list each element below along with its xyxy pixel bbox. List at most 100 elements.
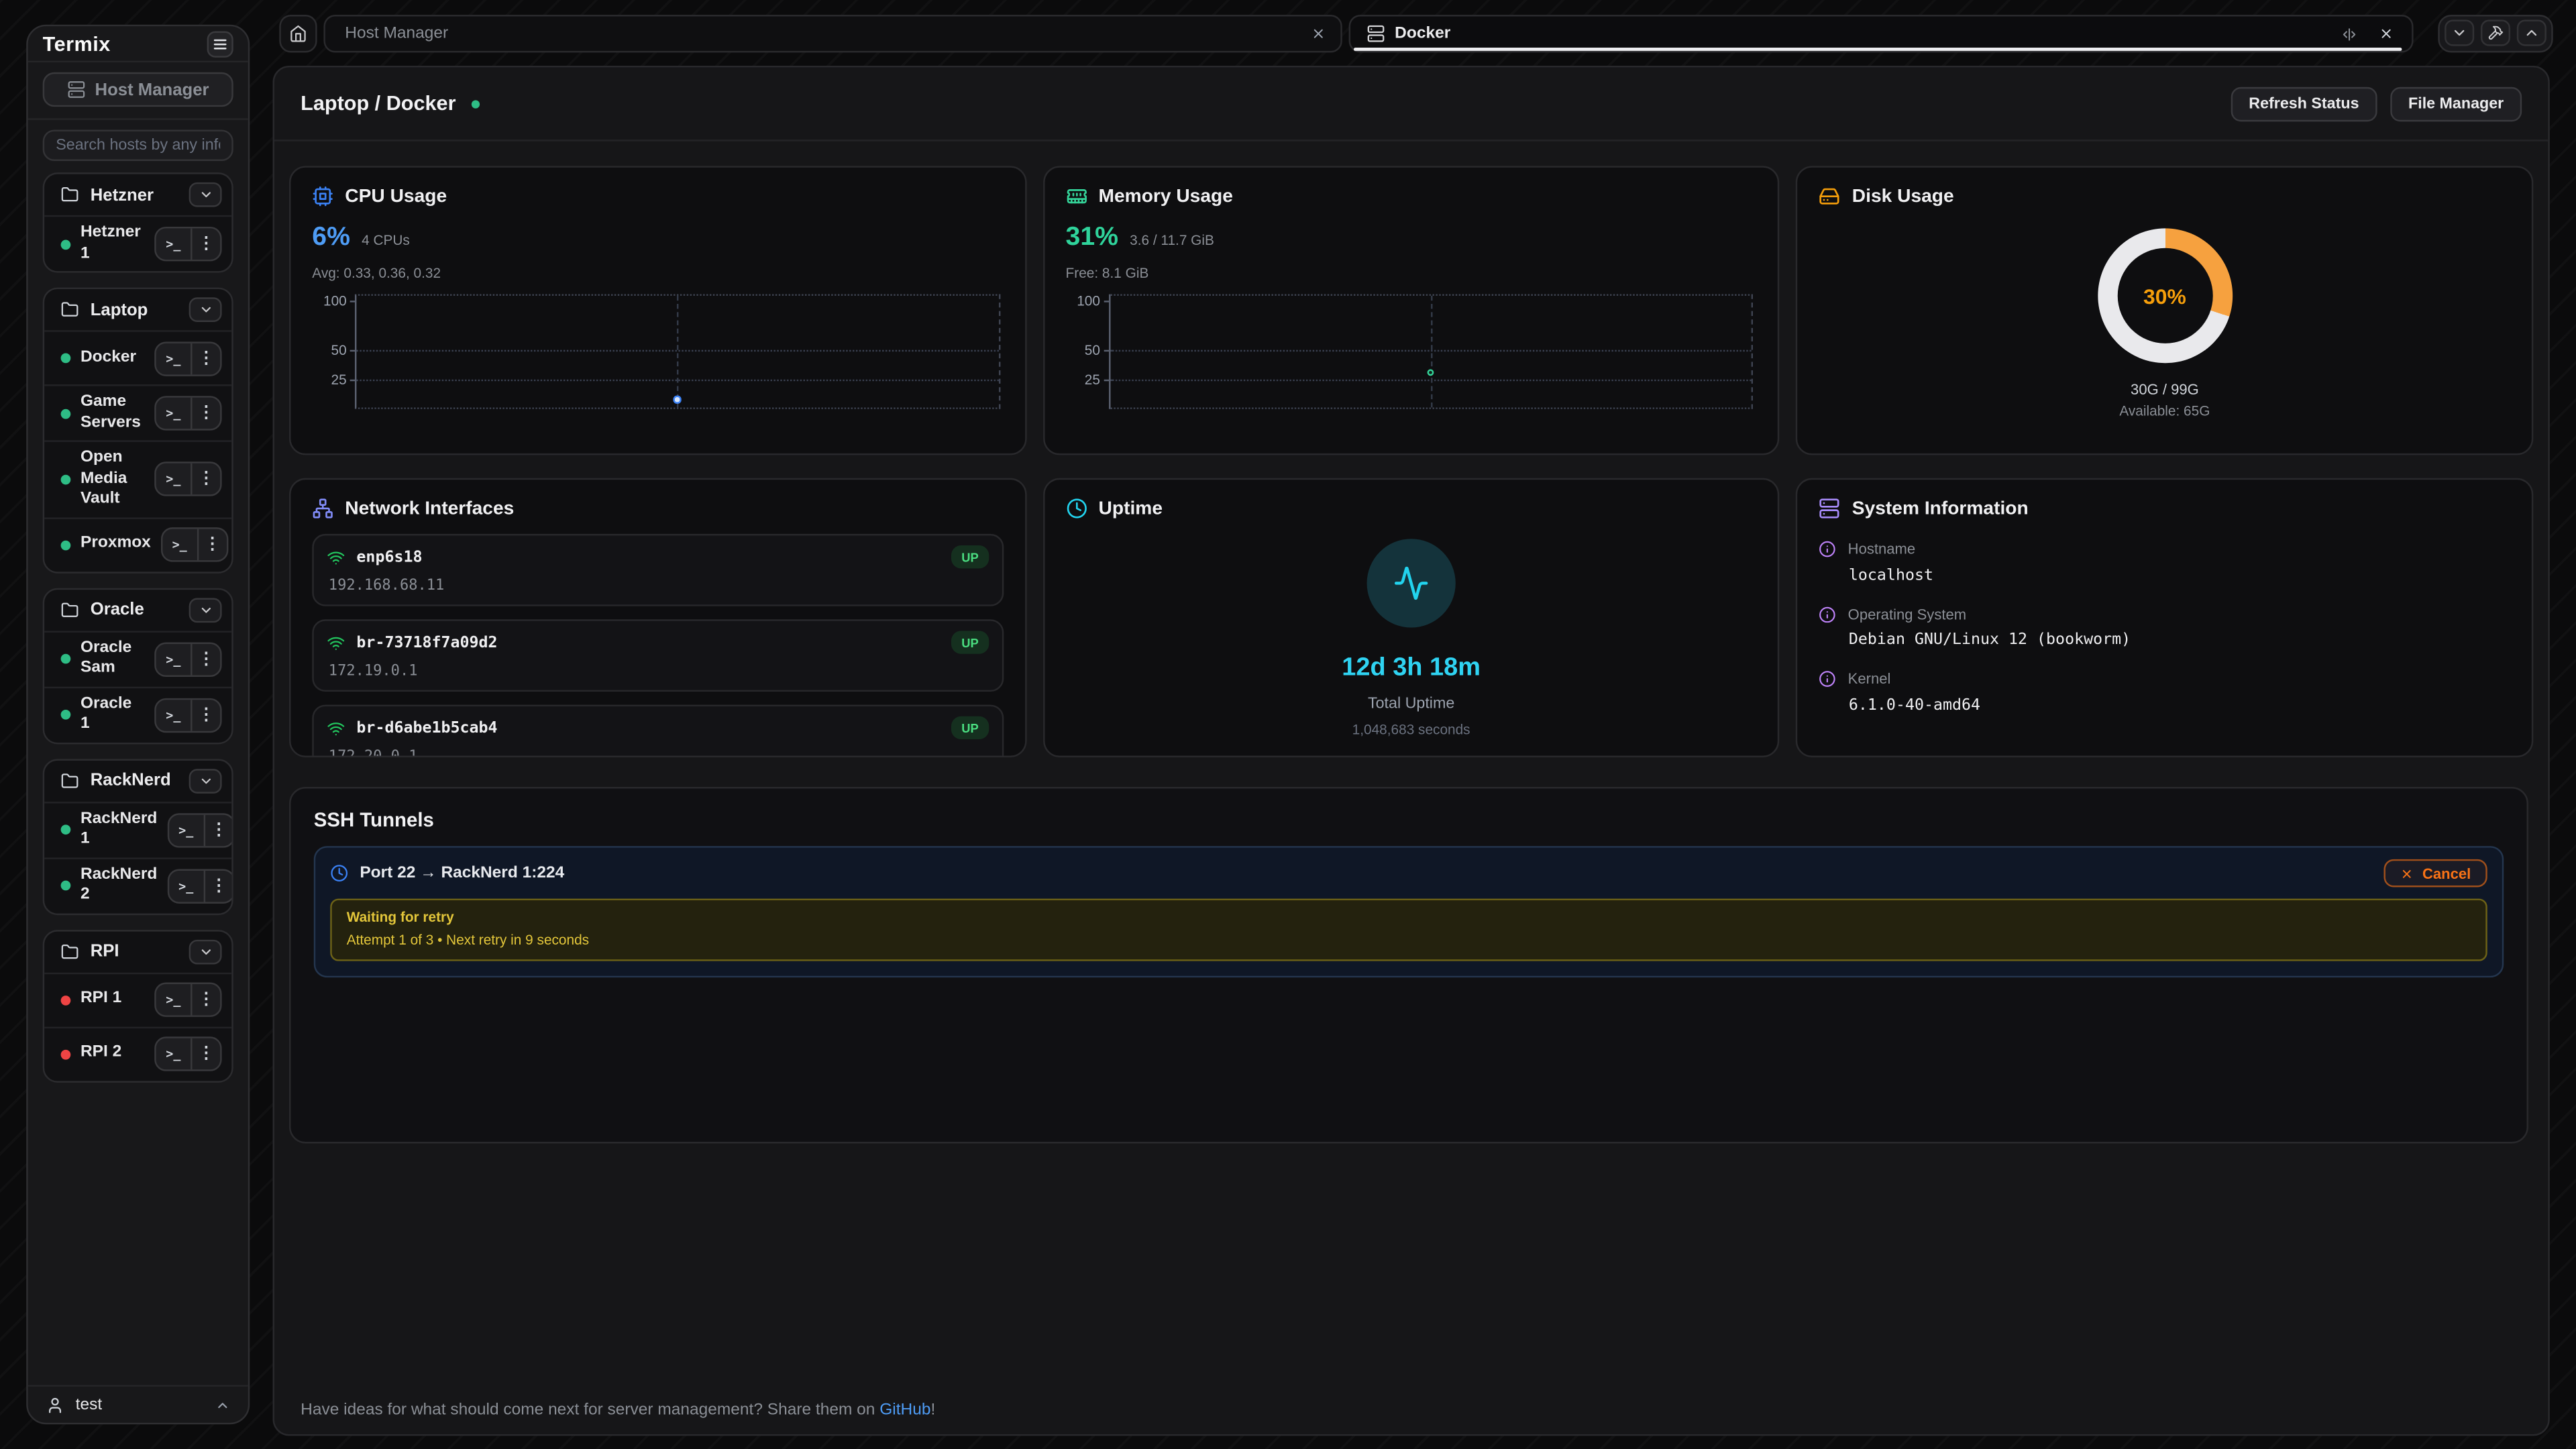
user-icon bbox=[46, 1395, 64, 1413]
y-tick bbox=[1104, 380, 1108, 381]
host-manager-nav-button[interactable]: Host Manager bbox=[43, 72, 233, 107]
host-menu-button[interactable]: ⋮ bbox=[191, 464, 220, 495]
host-actions: >_ ⋮ bbox=[154, 227, 221, 261]
host-status-dot bbox=[61, 710, 71, 720]
host-status-dot bbox=[61, 995, 71, 1005]
host-menu-button[interactable]: ⋮ bbox=[191, 1038, 220, 1070]
host-menu-button[interactable]: ⋮ bbox=[191, 343, 220, 374]
close-tab-button[interactable] bbox=[2372, 21, 2398, 47]
wifi-icon bbox=[327, 718, 345, 737]
terminal-button[interactable]: >_ bbox=[156, 643, 191, 675]
search-input[interactable] bbox=[43, 129, 233, 161]
host-row[interactable]: RPI 2 >_ ⋮ bbox=[44, 1026, 231, 1080]
host-menu-button[interactable]: ⋮ bbox=[203, 870, 233, 902]
tools-button[interactable] bbox=[2481, 19, 2510, 46]
expand-panel-button[interactable] bbox=[2517, 19, 2546, 46]
host-name: Oracle 1 bbox=[80, 694, 145, 735]
home-icon bbox=[289, 25, 307, 43]
user-menu[interactable]: test bbox=[28, 1385, 248, 1422]
host-row[interactable]: RPI 1 >_ ⋮ bbox=[44, 972, 231, 1026]
home-tab-button[interactable] bbox=[279, 15, 317, 52]
split-view-button[interactable] bbox=[2336, 21, 2362, 47]
terminal-button[interactable]: >_ bbox=[169, 814, 203, 845]
folder-icon bbox=[61, 301, 79, 319]
host-row[interactable]: Oracle Sam >_ ⋮ bbox=[44, 630, 231, 686]
y-tick-label: 25 bbox=[1085, 371, 1100, 387]
system-item-label: Hostname bbox=[1848, 541, 1915, 557]
y-tick bbox=[1104, 350, 1108, 352]
status-badge: UP bbox=[952, 631, 989, 653]
group-header[interactable]: Laptop bbox=[44, 289, 231, 330]
tab-docker-active[interactable]: Docker bbox=[1349, 15, 2414, 52]
host-name: Open Media Vault bbox=[80, 449, 145, 511]
host-menu-button[interactable]: ⋮ bbox=[191, 699, 220, 731]
group-collapse-button[interactable] bbox=[189, 939, 222, 964]
host-row[interactable]: RackNerd 2 >_ ⋮ bbox=[44, 857, 231, 912]
host-row[interactable]: Oracle 1 >_ ⋮ bbox=[44, 686, 231, 741]
host-name: RackNerd 2 bbox=[80, 865, 157, 906]
file-manager-button[interactable]: File Manager bbox=[2390, 87, 2522, 121]
host-menu-button[interactable]: ⋮ bbox=[203, 814, 233, 845]
interface-name-row: br-d6abe1b5cab4 UP bbox=[327, 716, 988, 739]
cancel-tunnel-button[interactable]: Cancel bbox=[2385, 859, 2487, 888]
host-row[interactable]: RackNerd 1 >_ ⋮ bbox=[44, 801, 231, 857]
system-item-kernel: Kernel 6.1.0-40-amd64 bbox=[1819, 670, 2510, 714]
refresh-status-button[interactable]: Refresh Status bbox=[2231, 87, 2377, 121]
group-collapse-button[interactable] bbox=[189, 297, 222, 322]
stats-row-1: CPU Usage 6% 4 CPUs Avg: 0.33, 0.36, 0.3… bbox=[289, 166, 2533, 455]
terminal-button[interactable]: >_ bbox=[156, 1038, 191, 1070]
group-collapse-button[interactable] bbox=[189, 768, 222, 793]
host-status-dot bbox=[61, 1049, 71, 1059]
host-group-hetzner: Hetzner Hetzner 1 >_ ⋮ bbox=[43, 172, 233, 272]
host-menu-button[interactable]: ⋮ bbox=[197, 529, 226, 561]
group-header[interactable]: Oracle bbox=[44, 589, 231, 630]
y-tick bbox=[350, 301, 355, 303]
host-row[interactable]: Game Servers >_ ⋮ bbox=[44, 384, 231, 440]
host-name: Docker bbox=[80, 348, 145, 369]
host-menu-button[interactable]: ⋮ bbox=[191, 984, 220, 1016]
host-groups-list: Hetzner Hetzner 1 >_ ⋮ Laptop bbox=[28, 171, 248, 1385]
tunnel-header-row: Port 22 → RackNerd 1:224 Cancel bbox=[330, 859, 2487, 888]
y-tick-label: 50 bbox=[331, 342, 347, 358]
disk-usage-card: Disk Usage 30% 30G / 99G Available: 65G bbox=[1796, 166, 2534, 455]
terminal-button[interactable]: >_ bbox=[156, 984, 191, 1016]
terminal-button[interactable]: >_ bbox=[169, 870, 203, 902]
memory-icon bbox=[1066, 186, 1087, 207]
terminal-button[interactable]: >_ bbox=[156, 228, 191, 260]
group-collapse-button[interactable] bbox=[189, 597, 222, 622]
host-menu-button[interactable]: ⋮ bbox=[191, 643, 220, 675]
close-tab-button[interactable] bbox=[1304, 21, 1330, 47]
card-title: Memory Usage bbox=[1099, 186, 1233, 206]
group-header[interactable]: Hetzner bbox=[44, 174, 231, 215]
group-header[interactable]: RackNerd bbox=[44, 760, 231, 801]
tunnel-retry-warning: Waiting for retry Attempt 1 of 3 • Next … bbox=[330, 899, 2487, 961]
terminal-button[interactable]: >_ bbox=[156, 464, 191, 495]
host-row[interactable]: Hetzner 1 >_ ⋮ bbox=[44, 215, 231, 271]
status-badge: UP bbox=[952, 545, 989, 568]
interface-ip: 172.20.0.1 bbox=[329, 749, 989, 757]
host-row[interactable]: Docker >_ ⋮ bbox=[44, 330, 231, 384]
host-menu-button[interactable]: ⋮ bbox=[191, 398, 220, 429]
github-link[interactable]: GitHub bbox=[879, 1401, 930, 1419]
collapse-panel-button[interactable] bbox=[2445, 19, 2474, 46]
group-collapse-button[interactable] bbox=[189, 182, 222, 207]
host-row[interactable]: Proxmox >_ ⋮ bbox=[44, 517, 231, 571]
tab-host-manager[interactable]: Host Manager bbox=[323, 15, 1342, 52]
folder-icon bbox=[61, 186, 79, 204]
host-menu-button[interactable]: ⋮ bbox=[191, 228, 220, 260]
tunnel-card: Port 22 → RackNerd 1:224 Cancel Waiting … bbox=[314, 846, 2504, 977]
page-actions: Refresh Status File Manager bbox=[2231, 87, 2522, 121]
terminal-button[interactable]: >_ bbox=[156, 699, 191, 731]
hamburger-menu-button[interactable] bbox=[207, 30, 233, 56]
group-header[interactable]: RPI bbox=[44, 930, 231, 971]
terminal-button[interactable]: >_ bbox=[156, 343, 191, 374]
interface-name-row: br-73718f7a09d2 UP bbox=[327, 631, 988, 653]
page-header: Laptop / Docker Refresh Status File Mana… bbox=[274, 67, 2548, 141]
terminal-button[interactable]: >_ bbox=[162, 529, 197, 561]
cpu-load-avg: Avg: 0.33, 0.36, 0.32 bbox=[312, 264, 1003, 280]
host-row[interactable]: Open Media Vault >_ ⋮ bbox=[44, 440, 231, 517]
card-header: System Information bbox=[1819, 498, 2510, 519]
terminal-button[interactable]: >_ bbox=[156, 398, 191, 429]
gridline-vertical bbox=[678, 296, 679, 408]
screen: Termix Host Manager Hetzner bbox=[0, 0, 2576, 1449]
